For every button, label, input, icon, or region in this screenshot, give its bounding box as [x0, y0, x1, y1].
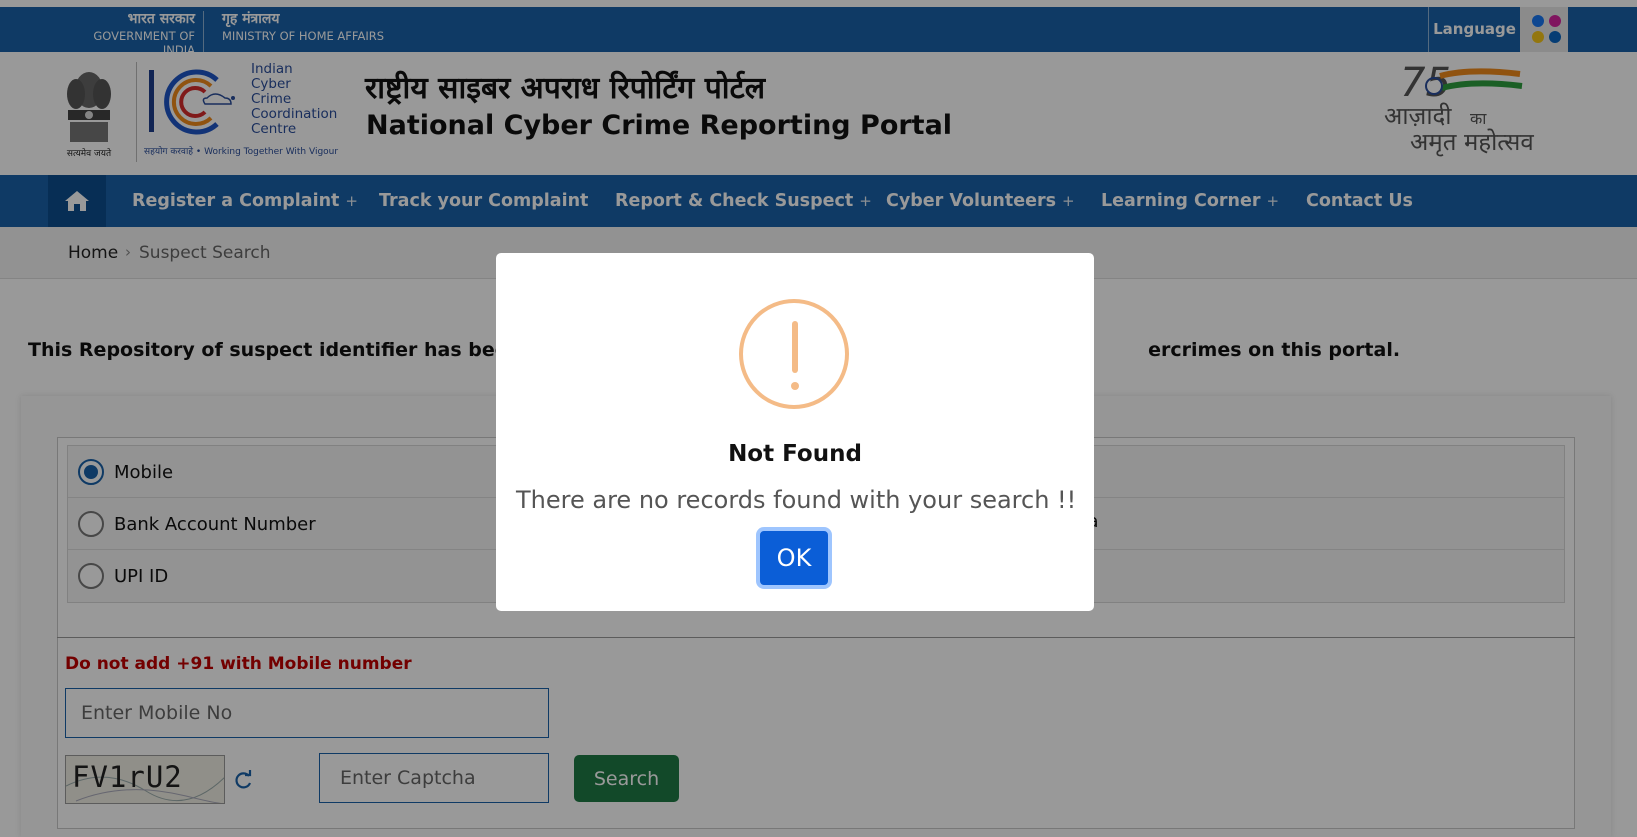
not-found-dialog: Not Found There are no records found wit…	[496, 253, 1094, 611]
exclamation-bar	[792, 321, 798, 373]
ok-button[interactable]: OK	[756, 527, 832, 589]
dialog-message: There are no records found with your sea…	[516, 486, 1077, 514]
dialog-title: Not Found	[728, 441, 862, 467]
exclamation-dot	[791, 382, 799, 390]
exclamation-icon	[739, 299, 849, 409]
